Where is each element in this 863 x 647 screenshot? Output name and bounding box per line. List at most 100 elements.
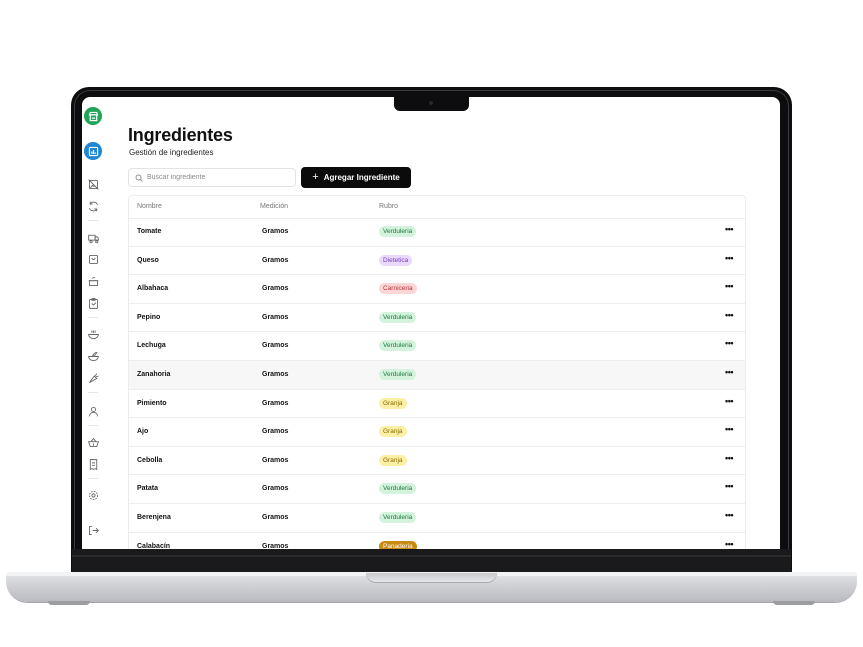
camera-icon: [429, 101, 433, 105]
sidebar-item-analytics[interactable]: [84, 142, 102, 160]
more-options-icon[interactable]: •••: [725, 367, 733, 377]
category-badge: Verduleria: [379, 512, 417, 523]
receipt-icon: [89, 458, 97, 470]
ingredient-unit: Gramos: [262, 342, 289, 350]
bar-chart-icon: [88, 146, 98, 156]
laptop-foot-left: [48, 601, 90, 605]
search-input[interactable]: [147, 174, 287, 181]
page-title: Ingredientes: [128, 125, 233, 145]
ingredient-unit: Gramos: [262, 256, 289, 264]
ingredient-name: Albahaca: [137, 285, 169, 293]
table-row[interactable]: Zanahoria Gramos Verduleria •••: [129, 361, 745, 390]
table-row[interactable]: Cebolla Gramos Granja •••: [129, 447, 745, 476]
table-row[interactable]: Pimiento Gramos Granja •••: [129, 390, 745, 419]
ingredient-unit: Gramos: [262, 485, 289, 493]
search-icon: [135, 174, 143, 182]
sidebar-divider: [88, 478, 98, 479]
more-options-icon[interactable]: •••: [725, 481, 733, 491]
refresh-icon: [88, 201, 98, 211]
add-ingredient-button[interactable]: + Agregar Ingrediente: [301, 167, 411, 188]
more-options-icon[interactable]: •••: [725, 224, 733, 234]
ingredient-name: Lechuga: [137, 342, 166, 350]
category-badge: Granja: [379, 397, 407, 409]
sidebar-item-logout[interactable]: [84, 521, 102, 539]
ingredient-name: Queso: [137, 256, 159, 264]
laptop-hinge-notch: [366, 573, 497, 583]
sidebar-item-settings[interactable]: [84, 486, 102, 504]
table-row[interactable]: Queso Gramos Dietetica •••: [129, 247, 745, 276]
category-badge: Granja: [379, 426, 407, 438]
salad-icon: [87, 351, 99, 361]
category-badge: Verduleria: [379, 340, 417, 352]
sidebar-item-dishes[interactable]: [84, 325, 102, 343]
sidebar-item-users[interactable]: [84, 402, 102, 420]
table-row[interactable]: Patata Gramos Verduleria •••: [129, 475, 745, 504]
carrot-icon: [88, 372, 99, 383]
settings-icon: [88, 490, 98, 500]
more-options-icon[interactable]: •••: [725, 453, 733, 463]
ingredient-name: Pimiento: [137, 399, 167, 407]
sidebar-item-delivery[interactable]: [84, 229, 102, 247]
ingredient-unit: Gramos: [262, 456, 289, 464]
more-options-icon[interactable]: •••: [725, 396, 733, 406]
ingredient-unit: Gramos: [262, 228, 289, 235]
page-subtitle: Gestión de ingredientes: [129, 148, 214, 157]
ingredient-unit: Gramos: [262, 399, 289, 407]
category-badge: Verduleria: [379, 369, 417, 380]
ingredient-name: Zanahoria: [137, 371, 171, 378]
table-row[interactable]: Pepino Gramos Verduleria •••: [129, 304, 745, 333]
sidebar-divider: [88, 220, 98, 221]
table-row[interactable]: Tomate Gramos Verduleria •••: [129, 218, 745, 247]
ingredient-unit: Gramos: [262, 514, 289, 521]
category-badge: Panaderia: [379, 540, 417, 549]
category-badge: Dietetica: [379, 254, 413, 266]
sidebar-item-no-image[interactable]: [84, 175, 102, 193]
ingredient-name: Calabacín: [137, 542, 171, 549]
more-options-icon[interactable]: •••: [725, 338, 733, 348]
table-row[interactable]: Berenjena Gramos Verduleria •••: [129, 504, 745, 533]
sidebar-item-recipes[interactable]: [84, 294, 102, 312]
soup-bowl-icon: [87, 329, 99, 339]
table-row[interactable]: Albahaca Gramos Carniceria •••: [129, 275, 745, 304]
category-badge: Granja: [379, 454, 407, 466]
truck-icon: [87, 234, 99, 243]
more-options-icon[interactable]: •••: [725, 281, 733, 291]
sidebar-item-store[interactable]: [84, 107, 102, 125]
ingredient-name: Berenjena: [137, 514, 171, 521]
sidebar-item-orders[interactable]: [84, 250, 102, 268]
sidebar-item-receipts[interactable]: [84, 455, 102, 473]
plus-icon: +: [312, 171, 319, 183]
column-header-unit[interactable]: Medición: [260, 203, 288, 210]
category-badge: Carniceria: [379, 283, 417, 295]
category-badge: Verduleria: [379, 311, 417, 323]
sidebar-item-cooking[interactable]: [84, 272, 102, 290]
user-icon: [88, 406, 98, 416]
more-options-icon[interactable]: •••: [725, 510, 733, 520]
column-header-category[interactable]: Rubro: [379, 203, 398, 210]
add-ingredient-label: Agregar Ingrediente: [323, 173, 400, 182]
shopping-bag-icon: [88, 254, 98, 264]
ingredient-unit: Gramos: [262, 285, 289, 293]
more-options-icon[interactable]: •••: [725, 253, 733, 263]
sidebar-item-salads[interactable]: [84, 347, 102, 365]
table-row[interactable]: Calabacín Gramos Panaderia •••: [129, 533, 745, 549]
table-row[interactable]: Lechuga Gramos Verduleria •••: [129, 332, 745, 361]
sidebar-item-purchases[interactable]: [84, 433, 102, 451]
sidebar: [82, 97, 104, 549]
logout-icon: [88, 525, 99, 535]
column-header-name[interactable]: Nombre: [137, 203, 162, 210]
sidebar-divider: [88, 392, 98, 393]
table-row[interactable]: Ajo Gramos Granja •••: [129, 418, 745, 447]
no-image-icon: [87, 178, 99, 190]
search-box[interactable]: [128, 168, 296, 187]
ingredient-name: Tomate: [137, 228, 162, 235]
ingredients-table: Nombre Medición Rubro Tomate Gramos Verdul…: [128, 195, 746, 549]
screen: Ingredientes Gestión de ingredientes + A…: [82, 97, 780, 549]
laptop-foot-right: [773, 601, 815, 605]
sidebar-item-refresh[interactable]: [84, 197, 102, 215]
sidebar-item-ingredients[interactable]: [84, 369, 102, 387]
more-options-icon[interactable]: •••: [725, 310, 733, 320]
ingredient-unit: Gramos: [262, 428, 289, 436]
more-options-icon[interactable]: •••: [725, 539, 733, 549]
more-options-icon[interactable]: •••: [725, 424, 733, 434]
